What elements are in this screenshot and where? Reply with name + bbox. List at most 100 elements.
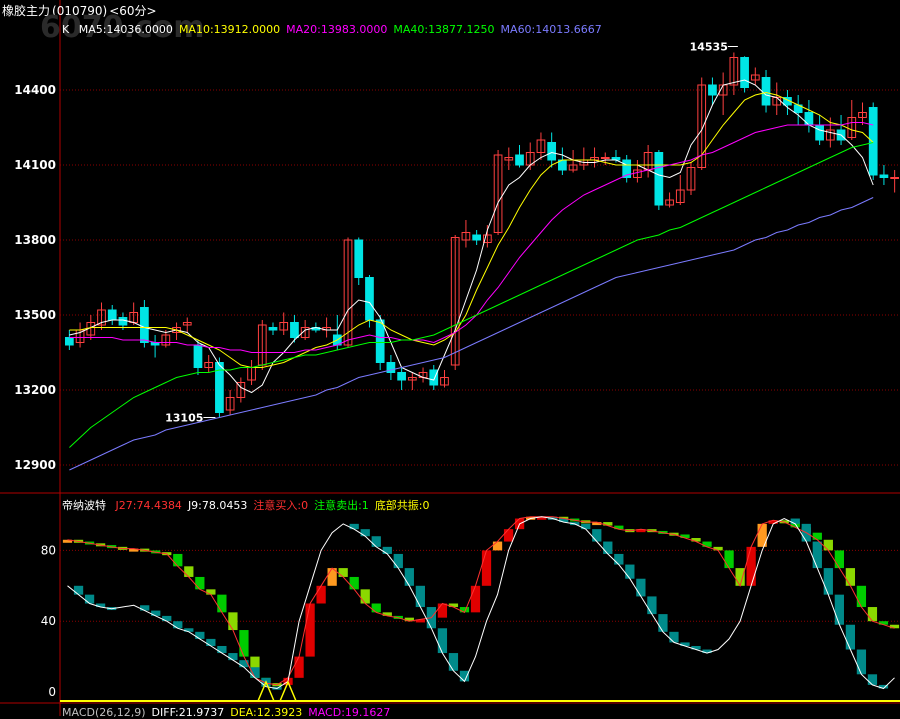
high-annotation: 14535 [690, 41, 728, 54]
j27-bar [724, 550, 734, 569]
j9-bar [162, 615, 172, 622]
j9-bar [636, 578, 646, 597]
j27-bar [856, 585, 867, 608]
candle-body [654, 152, 664, 206]
j27-bar [294, 656, 304, 678]
candle-body [65, 337, 74, 346]
candle-body [365, 277, 374, 321]
j27-bar [217, 594, 227, 613]
j27-bar [206, 589, 216, 595]
j9-bar [867, 674, 878, 685]
macd-legend: MACD(26,12,9) DIFF:21.9737 DEA:12.3923 MACD… [62, 706, 402, 719]
j9-bar [195, 631, 205, 639]
j27-bar [812, 532, 822, 540]
j9-bar [603, 541, 613, 554]
j9-bar [437, 628, 448, 654]
j9-bar [228, 653, 238, 661]
candle-body [740, 57, 749, 88]
j9-bar [217, 645, 227, 654]
k-label: K [62, 23, 70, 36]
j9-bar [834, 594, 844, 625]
j27-bar [834, 550, 844, 569]
candle-body [290, 322, 299, 338]
j9-bar [448, 653, 459, 671]
candle-body [600, 157, 610, 159]
macd-legend-item-2: DEA:12.3923 [230, 706, 303, 719]
j27-line [67, 516, 895, 686]
j9-bar [581, 523, 591, 530]
futures-chart: 14400 14100 13800 13500 13200 12900 14535 13105… [0, 0, 900, 716]
j9-bar [371, 536, 381, 547]
j9-bar [349, 523, 359, 530]
ma-legend-item-1: MA10:13912.0000 [178, 23, 281, 36]
j27-bar [173, 553, 183, 567]
j9-bar [393, 553, 403, 569]
j27-bar [360, 589, 370, 604]
j27-bar [437, 603, 448, 618]
y-tick-label: 13500 [14, 308, 56, 322]
j27-bar [195, 576, 205, 590]
j27-bar [823, 539, 833, 551]
j27-bar [338, 568, 348, 577]
indicator-legend-item-3: 注意卖出:1 [314, 499, 369, 512]
j27-bar [845, 568, 856, 586]
j27-bar [481, 550, 492, 586]
candle-body [429, 369, 439, 386]
ma-legend-item-0: MA5:14036.0000 [78, 23, 173, 36]
j27-bar [371, 603, 381, 613]
j9-bar [856, 649, 867, 675]
j9-bar [614, 553, 624, 565]
j9-bar [592, 529, 602, 542]
j9-bar [360, 529, 370, 537]
j9-bar [790, 518, 800, 524]
candle-body [708, 84, 717, 96]
y-tick-label: 14400 [14, 83, 56, 97]
j9-bar [151, 610, 161, 616]
ma-legend-item-2: MA20:13983.0000 [286, 23, 388, 36]
y-tick-label: 14100 [14, 158, 56, 172]
indicator-legend: 帝纳波特 J27:74.4384 J9:78.0453 注意买入:0 注意卖出:1 底部… [62, 497, 442, 513]
ma-line-ma5 [69, 79, 874, 394]
j9-bar [140, 605, 150, 611]
ma-legend-item-3: MA40:13877.1250 [393, 23, 495, 36]
y-tick-label: 13200 [14, 383, 56, 397]
j27-bar [735, 568, 745, 586]
j9-bar [823, 568, 833, 595]
candle-body [472, 234, 481, 241]
j27-bar [349, 576, 359, 590]
j27-bar [702, 541, 712, 547]
low-annotation: 13105 [165, 412, 203, 425]
ma-line-ma60 [69, 197, 874, 471]
j9-line [67, 516, 895, 690]
ma-legend: K MA5:14036.0000 MA10:13912.0000 MA20:1398… [62, 23, 614, 36]
j27-bar [867, 607, 878, 622]
j9-bar [647, 596, 657, 615]
indicator-y-tick: 40 [41, 614, 56, 628]
indicator-y-tick: 0 [48, 685, 56, 699]
j27-bar [316, 585, 326, 604]
j27-bar [492, 541, 503, 551]
j27-bar [470, 585, 481, 613]
j9-bar [173, 621, 183, 629]
indicator-legend-item-2: 注意买入:0 [253, 499, 309, 512]
macd-legend-item-3: MACD:19.1627 [308, 706, 391, 719]
j27-bar [305, 603, 315, 657]
candle-body [868, 107, 878, 176]
j9-bar [625, 564, 635, 579]
j9-bar [415, 585, 425, 608]
candle-body [397, 372, 406, 381]
y-tick-label: 13800 [14, 233, 56, 247]
j9-bar [669, 631, 679, 643]
indicator-legend-item-0: J27:74.4384 [115, 499, 182, 512]
j9-bar [206, 638, 216, 646]
j27-bar [228, 612, 238, 631]
j9-bar [812, 541, 822, 569]
indicator-legend-item-1: J9:78.0453 [187, 499, 248, 512]
candle-body [890, 177, 899, 179]
candle-body [375, 319, 385, 363]
candle-body [140, 307, 149, 343]
candle-body [354, 239, 364, 278]
y-tick-label: 12900 [14, 458, 56, 472]
indicator-y-tick: 80 [41, 543, 56, 557]
candle-body [193, 344, 203, 368]
